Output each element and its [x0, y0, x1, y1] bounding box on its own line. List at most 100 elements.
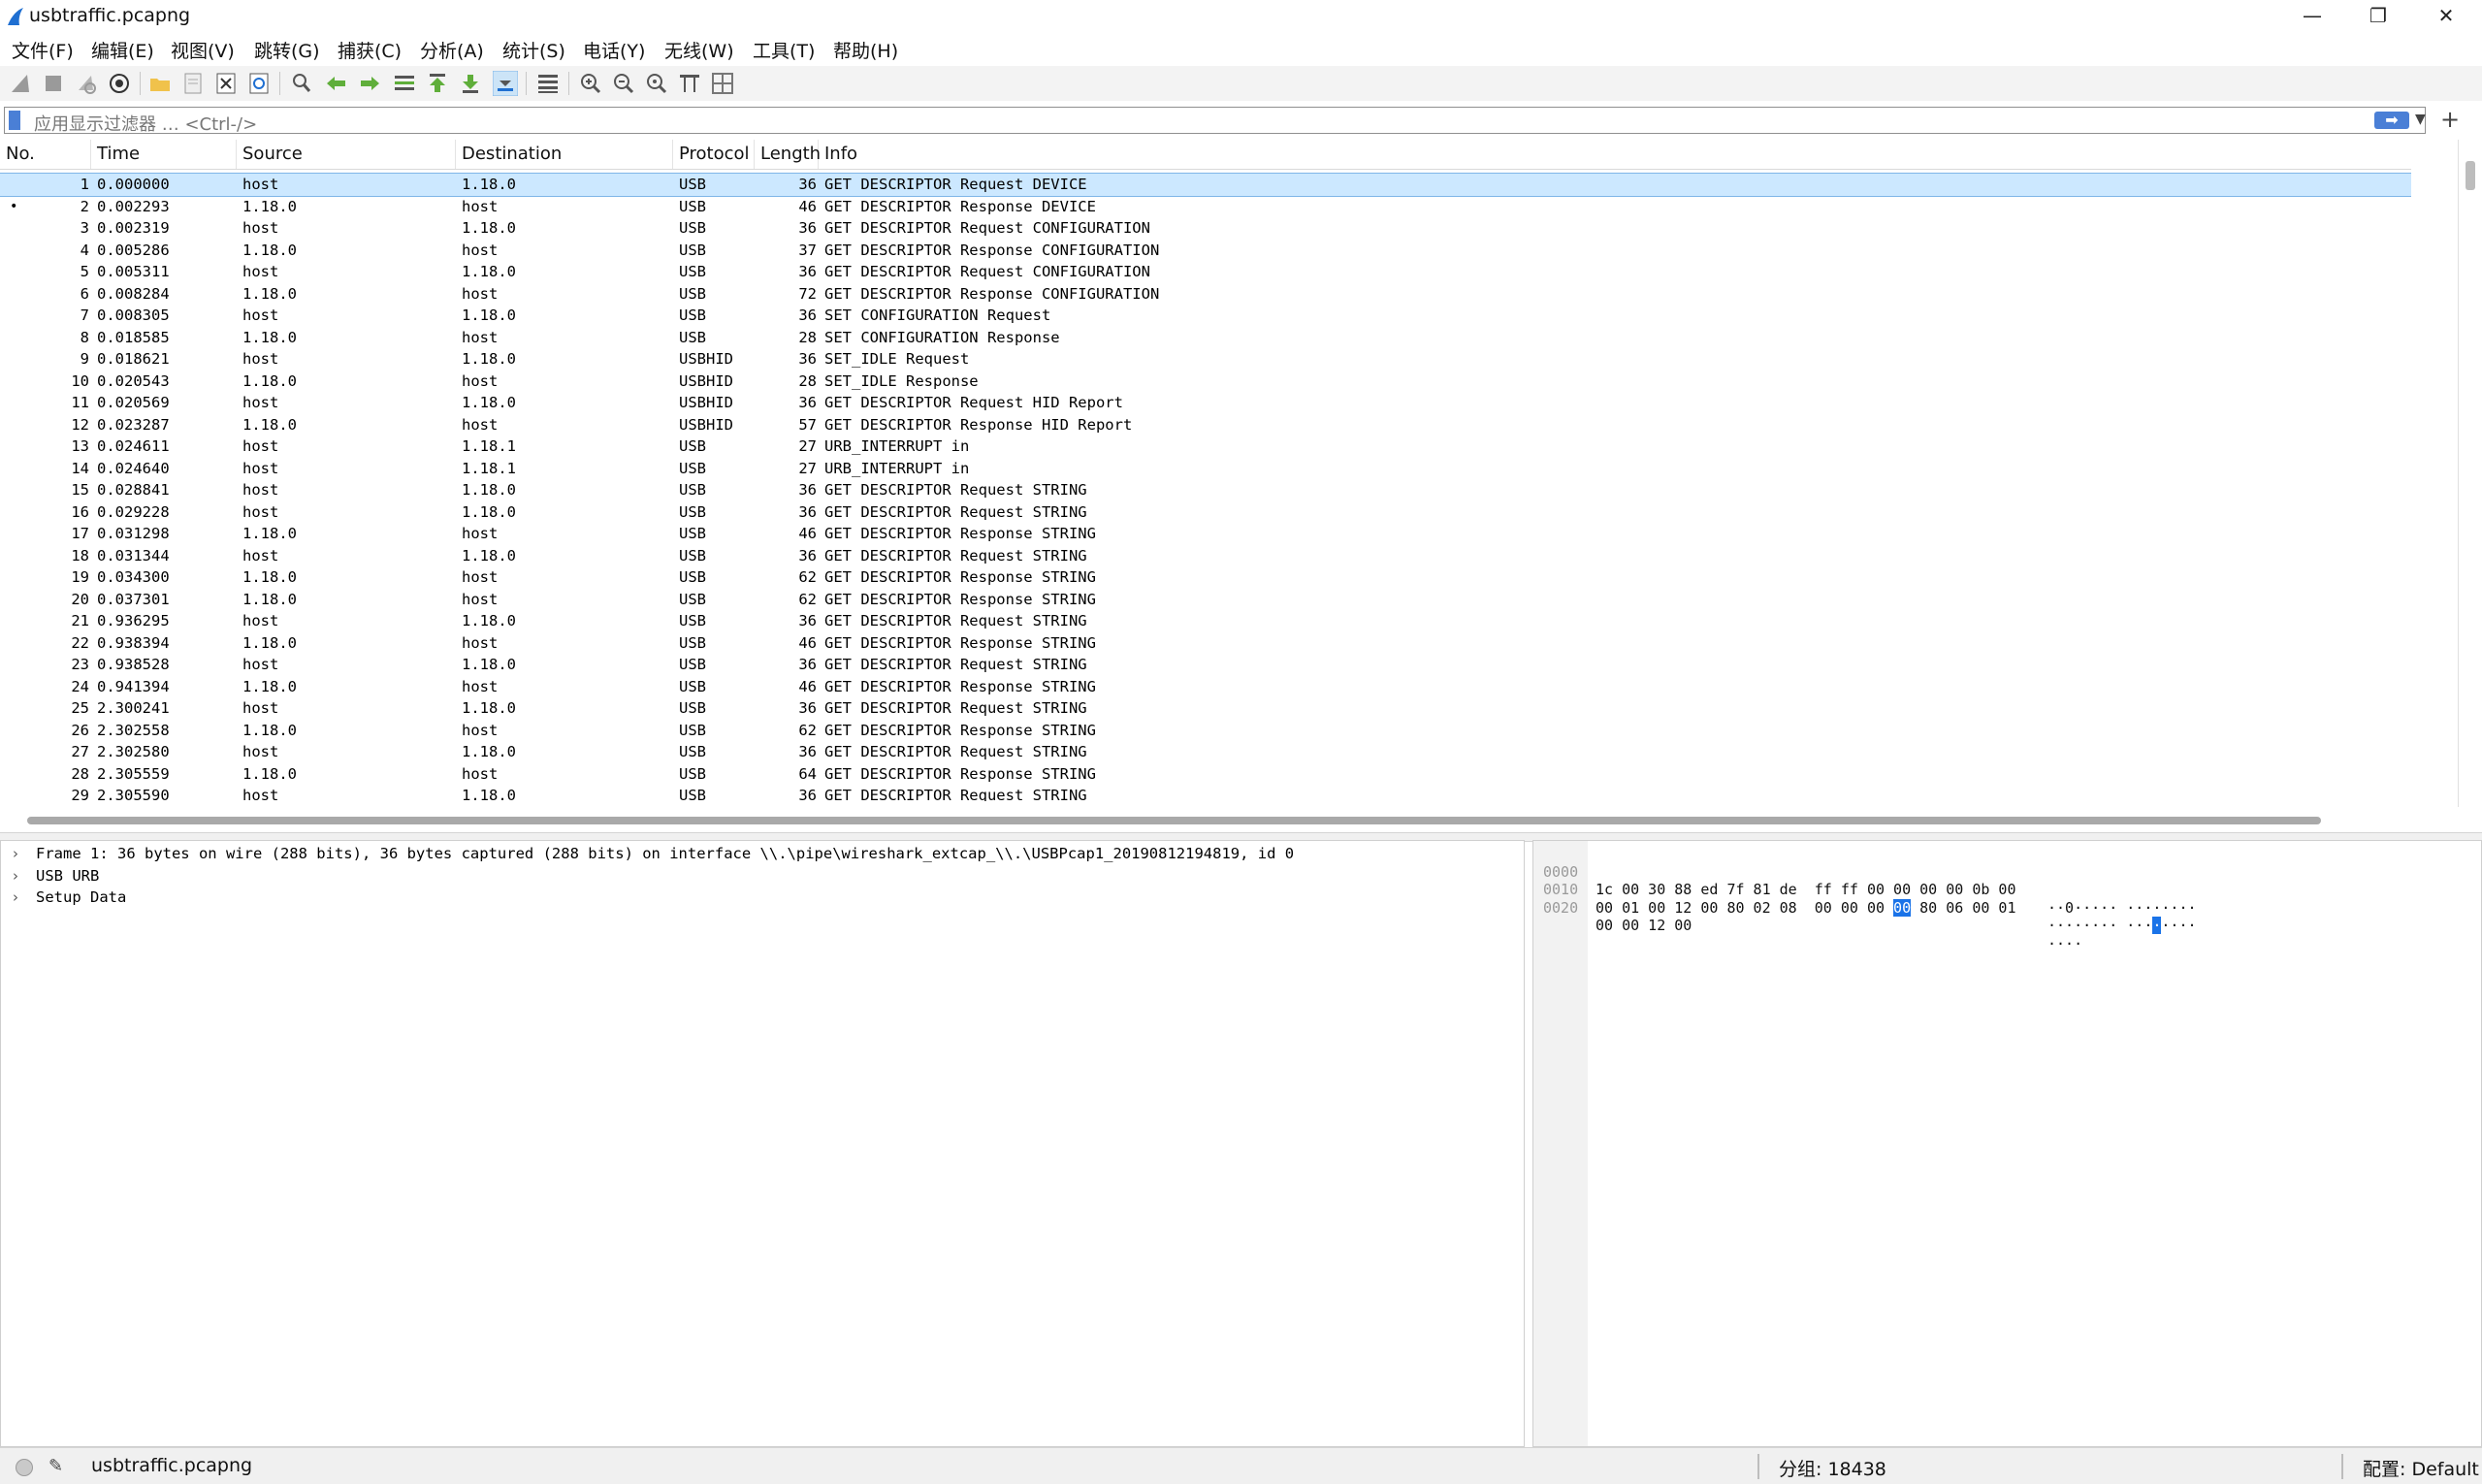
packet-row[interactable]: 3 0.002319 host 1.18.0 USB 36 GET DESCRIPTOR R… — [0, 217, 2411, 240]
expert-info-icon[interactable] — [16, 1459, 33, 1476]
column-header-info[interactable]: Info — [819, 140, 2411, 169]
chevron-right-icon[interactable]: › — [13, 865, 18, 887]
start-capture-icon[interactable] — [8, 71, 33, 96]
layout-icon[interactable] — [710, 71, 735, 96]
resize-columns-icon[interactable] — [677, 71, 702, 96]
zoom-normal-icon[interactable] — [644, 71, 669, 96]
packet-row[interactable]: 16 0.029228 host 1.18.0 USB 36 GET DESCRIPTOR … — [0, 501, 2411, 524]
column-header-protocol[interactable]: Protocol — [673, 140, 755, 169]
packet-row[interactable]: 22 0.938394 1.18.0 host USB 46 GET DESCRIPTOR … — [0, 632, 2411, 655]
packet-row[interactable]: 19 0.034300 1.18.0 host USB 62 GET DESCRIPTOR … — [0, 566, 2411, 589]
packet-row[interactable]: 14 0.024640 host 1.18.1 USB 27 URB_INTERRUPT i… — [0, 458, 2411, 480]
packet-cell-len: 36 — [798, 394, 817, 411]
column-header-time[interactable]: Time — [91, 140, 237, 169]
open-file-icon[interactable] — [147, 71, 173, 96]
column-header-destination[interactable]: Destination — [456, 140, 673, 169]
menu-analyze[interactable]: 分析(A) — [420, 37, 484, 63]
byte-row[interactable]: 0020 00 00 12 00 ···· — [1533, 881, 2481, 952]
menu-help[interactable]: 帮助(H) — [833, 37, 898, 63]
menu-go[interactable]: 跳转(G) — [254, 37, 320, 63]
display-filter-input[interactable]: 应用显示过滤器 … <Ctrl-/> ➡ ▼ — [4, 107, 2426, 135]
column-header-source[interactable]: Source — [237, 140, 456, 169]
stop-capture-icon[interactable] — [41, 71, 66, 96]
first-packet-icon[interactable] — [425, 71, 450, 96]
packet-row[interactable]: 10 0.020543 1.18.0 host USBHID 28 SET_IDLE Res… — [0, 371, 2411, 393]
close-window-button[interactable]: ✕ — [2413, 0, 2479, 33]
packet-row[interactable]: 11 0.020569 host 1.18.0 USBHID 36 GET DESCRIPT… — [0, 392, 2411, 414]
packet-row[interactable]: 24 0.941394 1.18.0 host USB 46 GET DESCRIPTOR … — [0, 676, 2411, 698]
go-to-packet-icon[interactable] — [392, 71, 417, 96]
close-file-icon[interactable] — [213, 71, 239, 96]
detail-tree-item-setup-data[interactable]: › Setup Data — [1, 887, 1524, 909]
go-forward-icon[interactable] — [357, 71, 382, 96]
apply-filter-button[interactable]: ➡ — [2374, 112, 2409, 129]
packet-cell-dst: host — [462, 568, 499, 586]
colorize-icon[interactable] — [535, 71, 561, 96]
packet-row[interactable]: 29 2.305590 host 1.18.0 USB 36 GET DESCRIPTOR … — [0, 785, 2411, 801]
restart-capture-icon[interactable] — [74, 71, 99, 96]
packet-row[interactable]: 9 0.018621 host 1.18.0 USBHID 36 SET_IDLE Requ… — [0, 348, 2411, 371]
status-profile[interactable]: 配置: Default — [2363, 1455, 2479, 1481]
packet-list-vertical-scrollbar[interactable] — [2458, 140, 2482, 807]
packet-row[interactable]: 26 2.302558 1.18.0 host USB 62 GET DESCRIPTOR … — [0, 720, 2411, 742]
packet-row[interactable]: 18 0.031344 host 1.18.0 USB 36 GET DESCRIPTOR … — [0, 545, 2411, 567]
capture-options-icon[interactable] — [107, 71, 132, 96]
chevron-down-icon[interactable]: ▼ — [2415, 112, 2426, 127]
minimize-button[interactable]: — — [2279, 0, 2345, 33]
packet-row[interactable]: 25 2.300241 host 1.18.0 USB 36 GET DESCRIPTOR … — [0, 697, 2411, 720]
packet-row[interactable]: 6 0.008284 1.18.0 host USB 72 GET DESCRIPTOR R… — [0, 283, 2411, 306]
scrollbar-thumb[interactable] — [27, 817, 2321, 824]
bookmark-icon[interactable] — [9, 111, 20, 130]
scrollbar-thumb[interactable] — [2466, 161, 2475, 190]
packet-row[interactable]: 27 2.302580 host 1.18.0 USB 36 GET DESCRIPTOR … — [0, 741, 2411, 763]
find-packet-icon[interactable] — [289, 71, 314, 96]
byte-row[interactable]: 0010 00 01 00 12 00 80 02 08 00 00 00 00… — [1533, 863, 2481, 934]
chevron-right-icon[interactable]: › — [13, 843, 18, 865]
packet-row[interactable]: 21 0.936295 host 1.18.0 USB 36 GET DESCRIPTOR … — [0, 610, 2411, 632]
go-back-icon[interactable] — [324, 71, 349, 96]
packet-row[interactable]: 12 0.023287 1.18.0 host USBHID 57 GET DESCRIPT… — [0, 414, 2411, 436]
packet-cell-len: 36 — [798, 612, 817, 629]
packet-row[interactable]: 7 0.008305 host 1.18.0 USB 36 SET CONFIGURATIO… — [0, 305, 2411, 327]
add-filter-button[interactable]: + — [2440, 106, 2460, 133]
capture-comment-icon[interactable]: ✎ — [48, 1456, 63, 1476]
packet-row[interactable]: 5 0.005311 host 1.18.0 USB 36 GET DESCRIPTOR R… — [0, 261, 2411, 283]
title-bar: usbtraffic.pcapng — ❐ ✕ — [0, 0, 2482, 33]
chevron-right-icon[interactable]: › — [13, 887, 18, 909]
packet-row[interactable]: 17 0.031298 1.18.0 host USB 46 GET DESCRIPTOR … — [0, 523, 2411, 545]
packet-row[interactable]: • 2 0.002293 1.18.0 host USB 46 GET DESCRIPTOR … — [0, 196, 2411, 218]
column-header-length[interactable]: Length — [755, 140, 821, 169]
packet-row[interactable]: 1 0.000000 host 1.18.0 USB 36 GET DESCRIPTOR R… — [0, 173, 2411, 197]
column-header-no[interactable]: No. — [0, 140, 91, 169]
packet-cell-src: host — [242, 459, 279, 477]
packet-row[interactable]: 8 0.018585 1.18.0 host USB 28 SET CONFIGURATIO… — [0, 327, 2411, 349]
packet-cell-proto: USB — [679, 546, 706, 565]
restore-button[interactable]: ❐ — [2345, 0, 2411, 33]
packet-row[interactable]: 15 0.028841 host 1.18.0 USB 36 GET DESCRIPTOR … — [0, 479, 2411, 501]
menu-file[interactable]: 文件(F) — [12, 37, 74, 63]
packet-cell-no: 25 — [71, 699, 89, 717]
menu-wireless[interactable]: 无线(W) — [664, 37, 734, 63]
packet-row[interactable]: 4 0.005286 1.18.0 host USB 37 GET DESCRIPTOR R… — [0, 240, 2411, 262]
last-packet-icon[interactable] — [458, 71, 483, 96]
zoom-in-icon[interactable] — [578, 71, 603, 96]
detail-tree-item-frame[interactable]: › Frame 1: 36 bytes on wire (288 bits), … — [1, 843, 1524, 865]
packet-list-horizontal-scrollbar[interactable] — [0, 813, 2458, 826]
menu-statistics[interactable]: 统计(S) — [502, 37, 565, 63]
packet-row[interactable]: 28 2.305559 1.18.0 host USB 64 GET DESCRIPTOR … — [0, 763, 2411, 786]
menu-edit[interactable]: 编辑(E) — [91, 37, 154, 63]
menu-tools[interactable]: 工具(T) — [753, 37, 815, 63]
zoom-out-icon[interactable] — [611, 71, 636, 96]
packet-row[interactable]: 23 0.938528 host 1.18.0 USB 36 GET DESCRIPTOR … — [0, 654, 2411, 676]
packet-row[interactable]: 13 0.024611 host 1.18.1 USB 27 URB_INTERRUPT i… — [0, 436, 2411, 458]
menu-capture[interactable]: 捕获(C) — [338, 37, 402, 63]
menu-telephony[interactable]: 电话(Y) — [583, 37, 645, 63]
packet-row[interactable]: 20 0.037301 1.18.0 host USB 62 GET DESCRIPTOR … — [0, 589, 2411, 611]
packet-cell-time: 0.936295 — [97, 612, 170, 629]
save-file-icon[interactable] — [180, 71, 206, 96]
menu-view[interactable]: 视图(V) — [171, 37, 235, 63]
detail-tree-item-usb-urb[interactable]: › USB URB — [1, 865, 1524, 887]
autoscroll-icon[interactable] — [493, 71, 518, 96]
reload-file-icon[interactable] — [246, 71, 272, 96]
byte-row[interactable]: 0000 1c 00 30 88 ed 7f 81 de ff ff 00 00… — [1533, 845, 2481, 917]
